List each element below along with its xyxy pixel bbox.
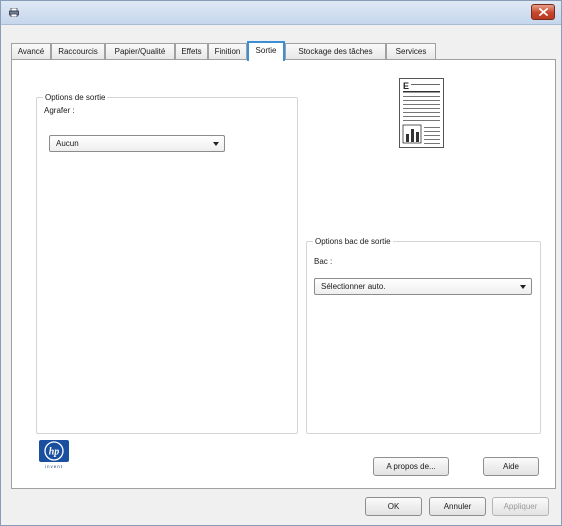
help-button-label: Aide	[502, 462, 519, 471]
output-options-legend: Options de sortie	[43, 92, 108, 103]
page-preview: E	[399, 78, 444, 148]
title-bar[interactable]	[1, 1, 561, 25]
preview-page-letter: E	[403, 81, 409, 91]
bin-select[interactable]: Sélectionner auto.	[314, 278, 532, 295]
tab-raccourcis[interactable]: Raccourcis	[51, 43, 105, 60]
tab-effets[interactable]: Effets	[175, 43, 208, 60]
tab-papier-qualite[interactable]: Papier/Qualité	[105, 43, 175, 60]
tab-page-sortie: Options de sortie Agrafer : Aucun E Opti…	[11, 59, 556, 489]
chevron-down-icon	[520, 285, 526, 289]
bin-label: Bac :	[314, 257, 333, 266]
close-icon	[539, 8, 548, 16]
apply-button-label: Appliquer	[503, 502, 538, 511]
close-button[interactable]	[531, 4, 555, 20]
about-button-label: A propos de...	[386, 462, 436, 471]
tab-stockage-des-taches[interactable]: Stockage des tâches	[285, 43, 386, 60]
hp-logo-text: hp	[49, 447, 60, 458]
tab-services[interactable]: Services	[386, 43, 436, 60]
apply-button[interactable]: Appliquer	[492, 497, 549, 516]
output-bin-legend: Options bac de sortie	[313, 236, 393, 247]
cancel-button[interactable]: Annuler	[429, 497, 486, 516]
hp-logo-tagline: invent	[45, 464, 63, 469]
tab-sortie[interactable]: Sortie	[247, 41, 285, 61]
bin-select-value: Sélectionner auto.	[321, 282, 386, 291]
staple-select-value: Aucun	[56, 139, 79, 148]
hp-logo: hp invent	[39, 440, 69, 470]
tab-avance[interactable]: Avancé	[11, 43, 51, 60]
chevron-down-icon	[213, 142, 219, 146]
about-button[interactable]: A propos de...	[373, 457, 449, 476]
tab-strip: Avancé Raccourcis Papier/Qualité Effets …	[11, 41, 556, 61]
help-button[interactable]: Aide	[483, 457, 539, 476]
output-bin-group: Options bac de sortie Bac : Sélectionner…	[306, 236, 541, 434]
printer-icon	[9, 8, 19, 17]
output-options-group: Options de sortie Agrafer : Aucun	[36, 92, 298, 434]
ok-button-label: OK	[387, 502, 400, 511]
ok-button[interactable]: OK	[365, 497, 422, 516]
document-preview-icon: E	[402, 81, 440, 144]
tab-finition[interactable]: Finition	[208, 43, 247, 60]
staple-label: Agrafer :	[44, 106, 75, 115]
staple-select[interactable]: Aucun	[49, 135, 225, 152]
cancel-button-label: Annuler	[443, 502, 472, 511]
printer-properties-window: Avancé Raccourcis Papier/Qualité Effets …	[0, 0, 562, 526]
